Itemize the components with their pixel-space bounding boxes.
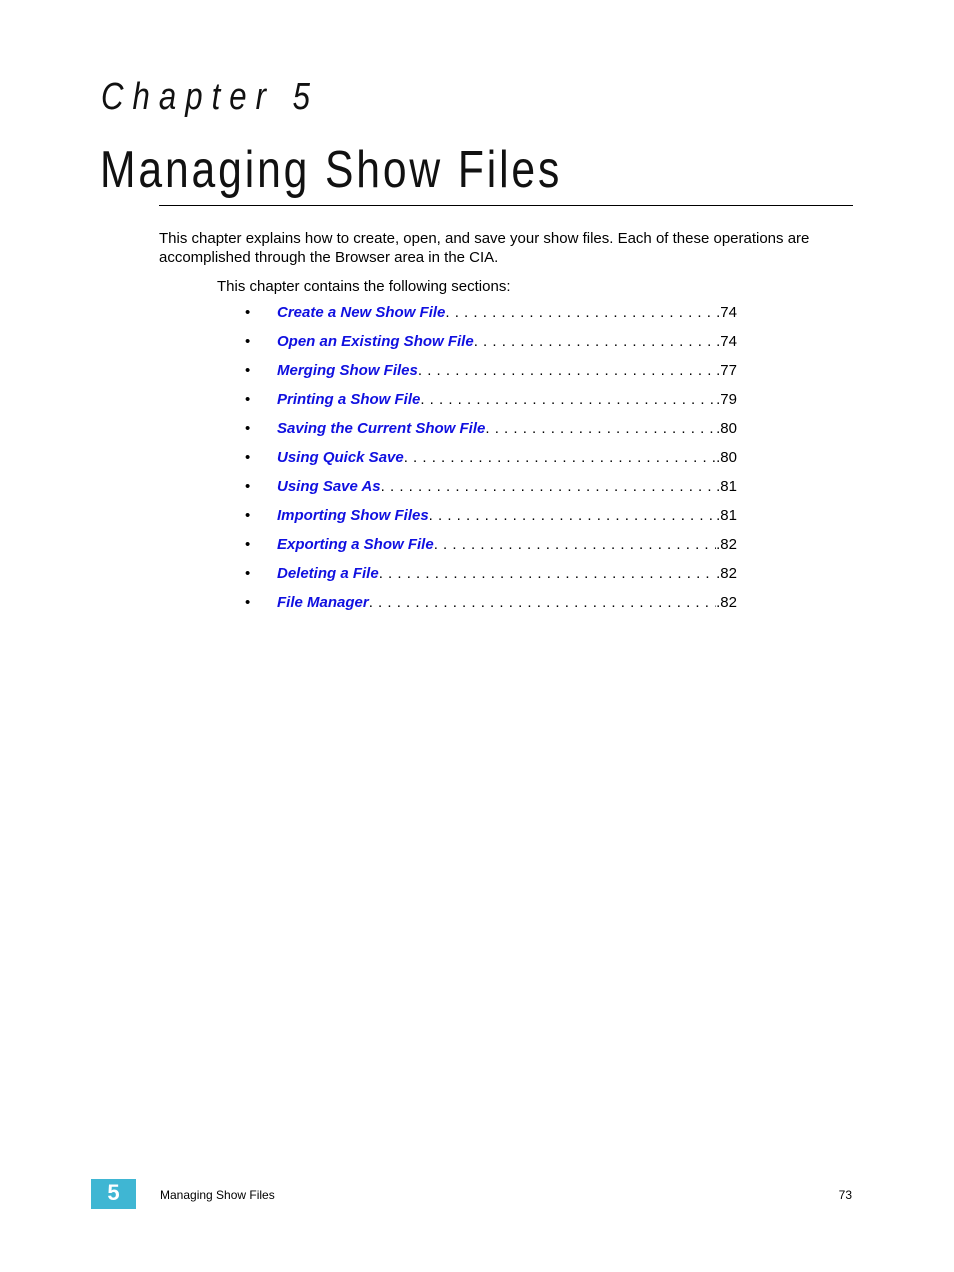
toc-item: • Importing Show Files .81 (243, 505, 737, 534)
bullet-icon: • (245, 449, 251, 466)
toc-page-number: .80 (716, 420, 737, 437)
toc-link-merging-show-files[interactable]: Merging Show Files (277, 360, 418, 382)
toc-page-number: .82 (716, 565, 737, 582)
dot-leader (379, 563, 716, 585)
toc-item: • Create a New Show File .74 (243, 302, 737, 331)
toc-link-using-quick-save[interactable]: Using Quick Save (277, 447, 404, 469)
toc-link-open-existing-show-file[interactable]: Open an Existing Show File (277, 331, 474, 353)
toc-page-number: .82 (716, 536, 737, 553)
bullet-icon: • (245, 304, 251, 321)
toc-link-importing-show-files[interactable]: Importing Show Files (277, 505, 429, 527)
bullet-icon: • (245, 507, 251, 524)
toc-link-exporting-show-file[interactable]: Exporting a Show File (277, 534, 434, 556)
bullet-icon: • (245, 362, 251, 379)
chapter-label: Chapter 5 (101, 76, 320, 118)
dot-leader (420, 389, 716, 411)
toc-page-number: .81 (716, 507, 737, 524)
dot-leader (429, 505, 716, 527)
bullet-icon: • (245, 391, 251, 408)
intro-paragraph: This chapter explains how to create, ope… (159, 230, 810, 266)
title-divider (159, 205, 853, 206)
bullet-icon: • (245, 333, 251, 350)
section-list: • Create a New Show File .74 • Open an Exis… (243, 302, 737, 621)
bullet-icon: • (245, 594, 251, 611)
toc-item: • Open an Existing Show File .74 (243, 331, 737, 360)
dot-leader (485, 418, 716, 440)
toc-item: • File Manager .82 (243, 592, 737, 621)
bullet-icon: • (245, 536, 251, 553)
toc-item: • Exporting a Show File .82 (243, 534, 737, 563)
toc-item: • Merging Show Files .77 (243, 360, 737, 389)
sections-lead: This chapter contains the following sect… (217, 278, 511, 295)
toc-page-number: .81 (716, 478, 737, 495)
bullet-icon: • (245, 420, 251, 437)
toc-page-number: .80 (716, 449, 737, 466)
dot-leader (434, 534, 716, 556)
bullet-icon: • (245, 478, 251, 495)
toc-page-number: .77 (716, 362, 737, 379)
toc-page-number: .74 (716, 333, 737, 350)
dot-leader (418, 360, 716, 382)
toc-link-deleting-file[interactable]: Deleting a File (277, 563, 379, 585)
toc-page-number: .82 (716, 594, 737, 611)
toc-item: • Deleting a File .82 (243, 563, 737, 592)
dot-leader (445, 302, 716, 324)
toc-link-create-new-show-file[interactable]: Create a New Show File (277, 302, 445, 324)
dot-leader (369, 592, 716, 614)
toc-item: • Saving the Current Show File .80 (243, 418, 737, 447)
toc-link-file-manager[interactable]: File Manager (277, 592, 369, 614)
toc-item: • Using Quick Save .80 (243, 447, 737, 476)
dot-leader (381, 476, 716, 498)
dot-leader (404, 447, 716, 469)
footer-chapter-title: Managing Show Files (160, 1188, 275, 1202)
toc-item: • Using Save As .81 (243, 476, 737, 505)
toc-page-number: .74 (716, 304, 737, 321)
toc-link-using-save-as[interactable]: Using Save As (277, 476, 381, 498)
footer-page-number: 73 (838, 1188, 852, 1202)
toc-link-saving-current-show-file[interactable]: Saving the Current Show File (277, 418, 485, 440)
toc-link-printing-show-file[interactable]: Printing a Show File (277, 389, 420, 411)
toc-page-number: .79 (716, 391, 737, 408)
dot-leader (474, 331, 716, 353)
bullet-icon: • (245, 565, 251, 582)
footer-chapter-tab: 5 (91, 1179, 136, 1209)
chapter-title: Managing Show Files (100, 141, 563, 199)
toc-item: • Printing a Show File .79 (243, 389, 737, 418)
